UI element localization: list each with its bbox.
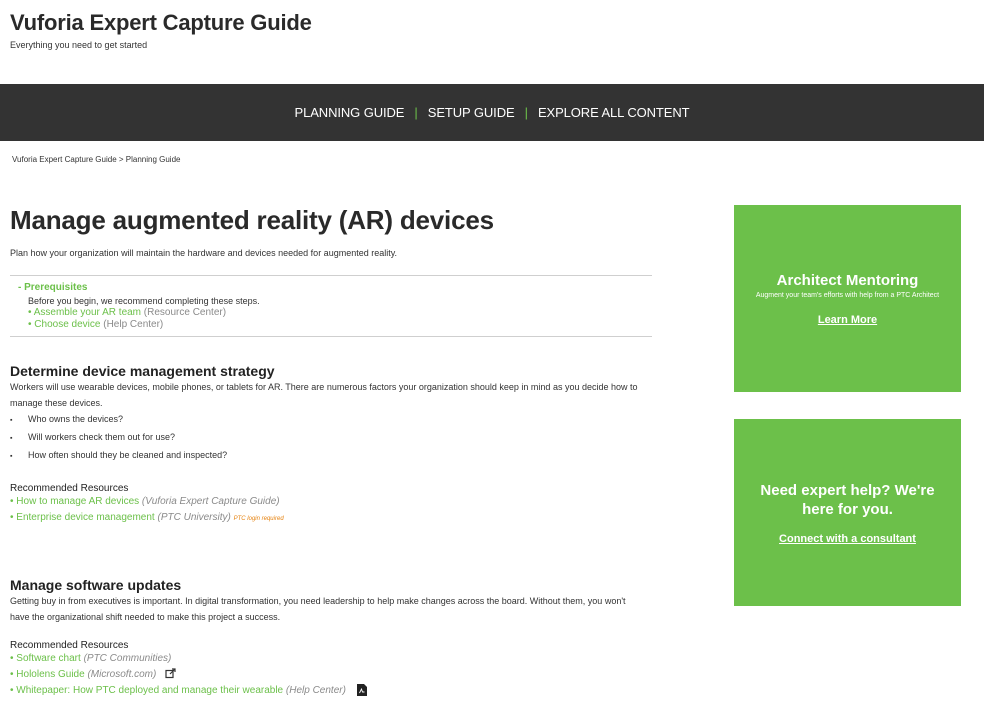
bullet: • xyxy=(10,669,14,680)
resource-item: • Hololens Guide (Microsoft.com) xyxy=(10,667,655,683)
site-title[interactable]: Vuforia Expert Capture Guide xyxy=(10,10,312,36)
resource-item: • Enterprise device management (PTC Univ… xyxy=(10,510,655,527)
bullet: • xyxy=(28,307,32,318)
promo-title: Need expert help? We're here for you. xyxy=(760,481,935,518)
page-intro: Plan how your organization will maintain… xyxy=(10,248,398,258)
link-source: (Help Center) xyxy=(103,319,164,330)
bullet: • xyxy=(10,512,14,523)
prerequisite-item: • Assemble your AR team (Resource Center… xyxy=(28,307,652,318)
prerequisites-toggle[interactable]: - Prerequisites xyxy=(18,282,652,293)
page-title: Manage augmented reality (AR) devices xyxy=(10,205,494,235)
prerequisite-item: • Choose device (Help Center) xyxy=(28,319,652,330)
link-source: (Resource Center) xyxy=(143,307,227,318)
external-link-icon[interactable] xyxy=(165,668,176,679)
pdf-icon[interactable] xyxy=(356,684,367,696)
site-tagline: Everything you need to get started xyxy=(10,40,148,50)
nav-explore-all-content[interactable]: EXPLORE ALL CONTENT xyxy=(538,105,690,120)
bullet: • xyxy=(10,653,14,664)
nav-planning-guide[interactable]: PLANNING GUIDE xyxy=(295,105,405,120)
main-content: Manage augmented reality (AR) devices Pl… xyxy=(10,205,655,699)
login-required-note: PTC login required xyxy=(233,516,284,522)
link-source: (Help Center) xyxy=(285,685,346,696)
whitepaper-link[interactable]: Whitepaper: How PTC deployed and manage … xyxy=(16,685,283,696)
bullet: • xyxy=(28,319,32,330)
prerequisites-text: Before you begin, we recommend completin… xyxy=(28,296,260,306)
nav-setup-guide[interactable]: SETUP GUIDE xyxy=(428,105,515,120)
bullet: • xyxy=(10,685,14,696)
learn-more-link[interactable]: Learn More xyxy=(818,314,877,326)
recommended-resources-heading: Recommended Resources xyxy=(10,483,129,494)
site-header: Vuforia Expert Capture Guide Everything … xyxy=(10,10,312,50)
link-source: (PTC University) xyxy=(157,512,231,523)
list-item: How often should they be cleaned and ins… xyxy=(10,447,655,465)
promo-title: Architect Mentoring xyxy=(776,271,919,289)
list-item: Will workers check them out for use? xyxy=(10,429,655,447)
resource-item: • How to manage AR devices (Vuforia Expe… xyxy=(10,494,655,510)
software-updates-section: Manage software updates Getting buy in f… xyxy=(10,577,655,699)
link-source: (Vuforia Expert Capture Guide) xyxy=(141,496,280,507)
choose-device-link[interactable]: Choose device xyxy=(34,319,100,330)
enterprise-device-management-link[interactable]: Enterprise device management xyxy=(16,512,154,523)
link-source: (PTC Communities) xyxy=(83,653,172,664)
connect-consultant-link[interactable]: Connect with a consultant xyxy=(779,533,916,545)
assemble-team-link[interactable]: Assemble your AR team xyxy=(34,307,141,318)
question-list: Who owns the devices? Will workers check… xyxy=(10,411,655,465)
section-title: Determine device management strategy xyxy=(10,363,275,379)
resource-item: • Whitepaper: How PTC deployed and manag… xyxy=(10,683,655,699)
resource-item: • Software chart (PTC Communities) xyxy=(10,651,655,667)
promo-subtitle: Augment your team's efforts with help fr… xyxy=(755,291,940,299)
manage-ar-devices-link[interactable]: How to manage AR devices xyxy=(16,496,139,507)
hololens-guide-link[interactable]: Hololens Guide xyxy=(16,669,84,680)
architect-mentoring-promo: Architect Mentoring Augment your team's … xyxy=(734,205,961,392)
section-body: Getting buy in from executives is import… xyxy=(10,596,626,622)
prerequisites-panel: - Prerequisites Before you begin, we rec… xyxy=(10,275,652,337)
list-item: Who owns the devices? xyxy=(10,411,655,429)
bullet: • xyxy=(10,496,14,507)
recommended-resources-heading: Recommended Resources xyxy=(10,640,129,651)
breadcrumb[interactable]: Vuforia Expert Capture Guide > Planning … xyxy=(12,155,180,164)
top-navigation: PLANNING GUIDE | SETUP GUIDE | EXPLORE A… xyxy=(0,84,984,141)
link-source: (Microsoft.com) xyxy=(87,669,157,680)
nav-separator: | xyxy=(524,105,528,120)
software-chart-link[interactable]: Software chart xyxy=(16,653,80,664)
expert-help-promo: Need expert help? We're here for you. Co… xyxy=(734,419,961,606)
section-title: Manage software updates xyxy=(10,577,182,593)
section-body: Workers will use wearable devices, mobil… xyxy=(10,382,638,408)
device-strategy-section: Determine device management strategy Wor… xyxy=(10,363,655,527)
nav-separator: | xyxy=(414,105,418,120)
